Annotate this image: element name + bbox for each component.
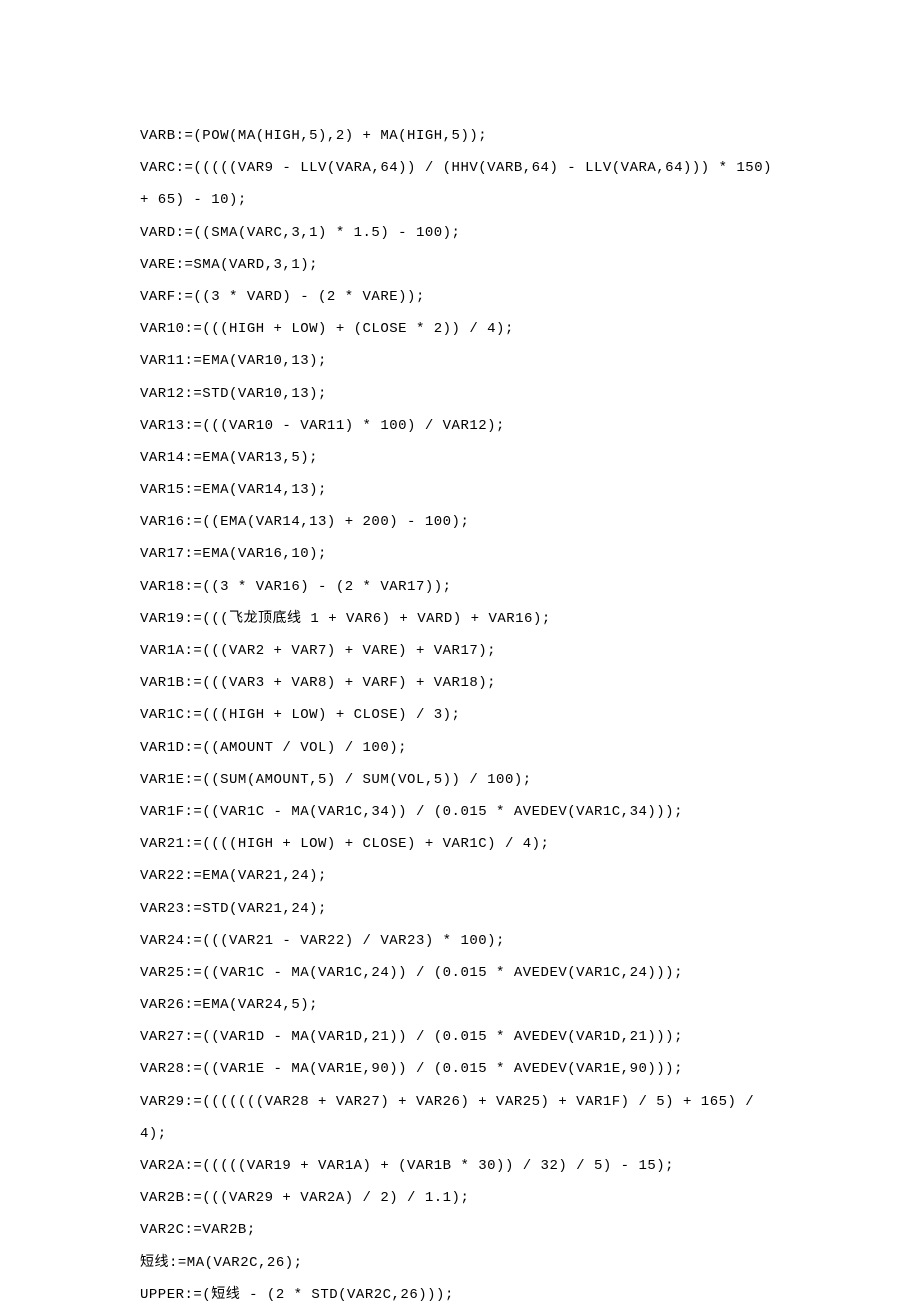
code-block: VARB:=(POW(MA(HIGH,5),2) + MA(HIGH,5));V…	[140, 120, 780, 1311]
code-line: VAR29:=(((((((VAR28 + VAR27) + VAR26) + …	[140, 1086, 780, 1150]
code-line: VAR2C:=VAR2B;	[140, 1214, 780, 1246]
code-line: VAR1D:=((AMOUNT / VOL) / 100);	[140, 732, 780, 764]
code-line: VAR19:=(((飞龙顶底线 1 + VAR6) + VARD) + VAR1…	[140, 603, 780, 635]
code-line: VAR2B:=(((VAR29 + VAR2A) / 2) / 1.1);	[140, 1182, 780, 1214]
code-line: VARC:=(((((VAR9 - LLV(VARA,64)) / (HHV(V…	[140, 152, 780, 216]
code-line: VAR21:=((((HIGH + LOW) + CLOSE) + VAR1C)…	[140, 828, 780, 860]
code-line: VAR24:=(((VAR21 - VAR22) / VAR23) * 100)…	[140, 925, 780, 957]
code-line: VAR25:=((VAR1C - MA(VAR1C,24)) / (0.015 …	[140, 957, 780, 989]
code-line: VAR1F:=((VAR1C - MA(VAR1C,34)) / (0.015 …	[140, 796, 780, 828]
code-line: 短线:=MA(VAR2C,26);	[140, 1247, 780, 1279]
code-line: VAR11:=EMA(VAR10,13);	[140, 345, 780, 377]
code-line: VARD:=((SMA(VARC,3,1) * 1.5) - 100);	[140, 217, 780, 249]
code-line: VAR16:=((EMA(VAR14,13) + 200) - 100);	[140, 506, 780, 538]
code-line: VAR17:=EMA(VAR16,10);	[140, 538, 780, 570]
code-line: VAR12:=STD(VAR10,13);	[140, 378, 780, 410]
code-line: VAR1C:=(((HIGH + LOW) + CLOSE) / 3);	[140, 699, 780, 731]
code-line: VAR1B:=(((VAR3 + VAR8) + VARF) + VAR18);	[140, 667, 780, 699]
code-line: VAR18:=((3 * VAR16) - (2 * VAR17));	[140, 571, 780, 603]
code-line: VAR10:=(((HIGH + LOW) + (CLOSE * 2)) / 4…	[140, 313, 780, 345]
code-line: VAR22:=EMA(VAR21,24);	[140, 860, 780, 892]
code-line: VAR28:=((VAR1E - MA(VAR1E,90)) / (0.015 …	[140, 1053, 780, 1085]
code-line: VARE:=SMA(VARD,3,1);	[140, 249, 780, 281]
code-line: VAR26:=EMA(VAR24,5);	[140, 989, 780, 1021]
code-line: VAR1E:=((SUM(AMOUNT,5) / SUM(VOL,5)) / 1…	[140, 764, 780, 796]
code-line: VARF:=((3 * VARD) - (2 * VARE));	[140, 281, 780, 313]
code-line: VAR23:=STD(VAR21,24);	[140, 893, 780, 925]
code-line: VAR13:=(((VAR10 - VAR11) * 100) / VAR12)…	[140, 410, 780, 442]
code-line: VAR14:=EMA(VAR13,5);	[140, 442, 780, 474]
code-line: VAR2A:=(((((VAR19 + VAR1A) + (VAR1B * 30…	[140, 1150, 780, 1182]
code-line: VAR27:=((VAR1D - MA(VAR1D,21)) / (0.015 …	[140, 1021, 780, 1053]
code-line: VAR15:=EMA(VAR14,13);	[140, 474, 780, 506]
code-line: UPPER:=(短线 - (2 * STD(VAR2C,26)));	[140, 1279, 780, 1311]
code-line: VAR1A:=(((VAR2 + VAR7) + VARE) + VAR17);	[140, 635, 780, 667]
code-line: VARB:=(POW(MA(HIGH,5),2) + MA(HIGH,5));	[140, 120, 780, 152]
